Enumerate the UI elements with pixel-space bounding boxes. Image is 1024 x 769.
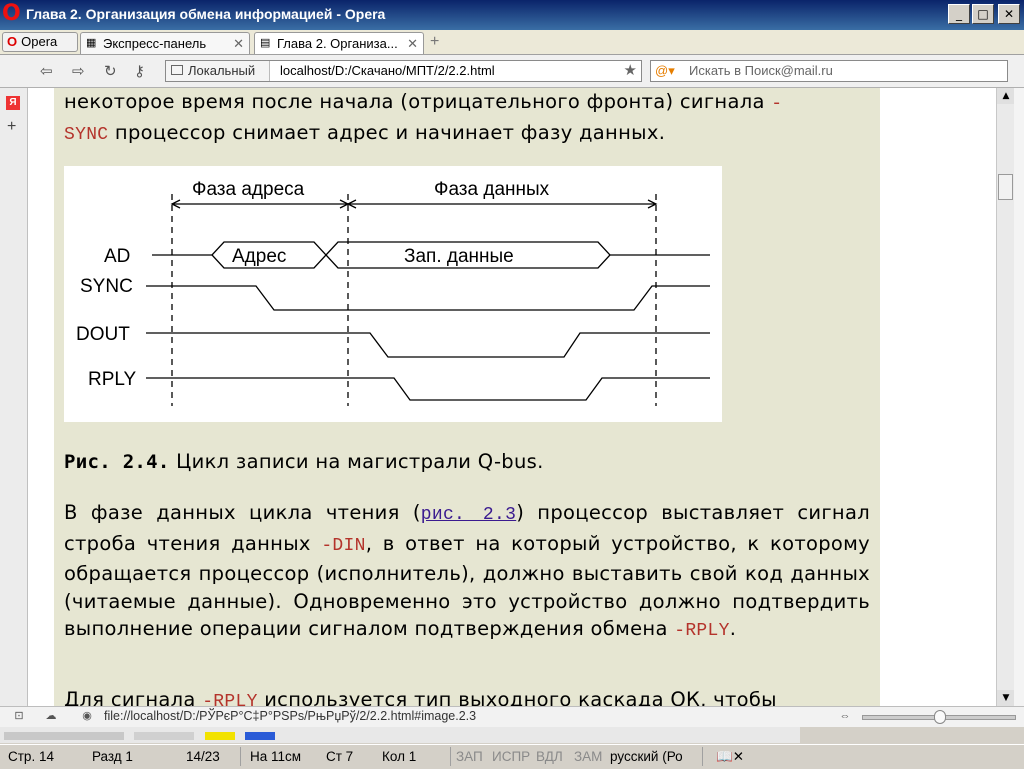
caption-text: Цикл записи на магистрали Q-bus. bbox=[169, 450, 544, 473]
opera-menu-label: Opera bbox=[21, 34, 58, 49]
dout-waveform bbox=[146, 332, 710, 358]
new-tab-button[interactable]: + bbox=[430, 33, 439, 51]
security-zone-badge[interactable]: Локальный bbox=[166, 61, 270, 81]
page-viewport: некоторое время после начала (отрицатель… bbox=[28, 88, 996, 706]
browser-status-bar: ⊡ ☁ ◉ file://localhost/D:/РЎРєР°С‡Р°РЅРѕ… bbox=[0, 706, 1024, 727]
extend-selection-indicator[interactable]: ВДЛ bbox=[536, 749, 563, 764]
zone-label: Локальный bbox=[188, 63, 256, 78]
signal-label-sync: SYNC bbox=[80, 276, 133, 297]
window-title: Глава 2. Организация обмена информацией … bbox=[26, 6, 386, 22]
address-field[interactable]: Локальный localhost/D:/Скачано/МПТ/2/2.2… bbox=[165, 60, 642, 82]
maximize-button[interactable]: □ bbox=[972, 4, 994, 24]
window-controls: _ □ ✕ bbox=[948, 4, 1020, 24]
page-icon: ▤ bbox=[260, 37, 271, 49]
key-icon[interactable]: ⚷ bbox=[134, 62, 145, 80]
opera-menu-icon: O bbox=[7, 34, 18, 49]
text-run: В фазе данных цикла чтения ( bbox=[64, 501, 421, 524]
body-paragraph: В фазе данных цикла чтения (рис. 2.3) пр… bbox=[64, 499, 870, 646]
text-run: используется тип выходного каскада ОК, ч… bbox=[257, 688, 777, 706]
minimize-button[interactable]: _ bbox=[948, 4, 970, 24]
timing-diagram: Фаза адреса Фаза данных AD SYNC DOUT RPL… bbox=[64, 166, 722, 422]
sync-waveform bbox=[146, 285, 710, 311]
panel-toggle-icon[interactable]: ⊡ bbox=[12, 710, 26, 723]
bookmark-star-icon[interactable]: ★ bbox=[624, 61, 637, 81]
code-run: -DIN bbox=[321, 535, 366, 556]
opera-menu-button[interactable]: O Opera bbox=[2, 32, 78, 52]
fit-to-window-icon[interactable]: ⇔ bbox=[838, 710, 852, 723]
text-run: Для сигнала bbox=[64, 688, 203, 706]
spelling-check-icon[interactable]: 📖✕ bbox=[716, 749, 744, 765]
track-changes-indicator[interactable]: ИСПР bbox=[492, 749, 530, 764]
zoom-slider-thumb[interactable] bbox=[934, 710, 946, 724]
close-button[interactable]: ✕ bbox=[998, 4, 1020, 24]
ad-data-label: Зап. данные bbox=[404, 246, 514, 267]
side-panel: Я + bbox=[0, 88, 28, 706]
text-run: некоторое время после начала (отрицатель… bbox=[64, 90, 772, 113]
speed-icon[interactable]: ◉ bbox=[80, 710, 94, 723]
line-indicator[interactable]: Ст 7 bbox=[326, 749, 353, 764]
code-run: -RPLY bbox=[674, 621, 730, 641]
url-text[interactable]: localhost/D:/Скачано/МПТ/2/2.2.html bbox=[280, 61, 495, 81]
page-count[interactable]: 14/23 bbox=[186, 749, 220, 764]
code-run: - bbox=[771, 94, 783, 114]
cloud-icon[interactable]: ☁ bbox=[44, 710, 58, 723]
tab-chapter-2[interactable]: ▤ Глава 2. Организа... ✕ bbox=[254, 32, 424, 54]
tab-label: Экспресс-панель bbox=[103, 36, 207, 51]
grid-icon: ▦ bbox=[86, 37, 97, 49]
text-run: процессор снимает адрес и начинает фазу … bbox=[108, 120, 666, 144]
tab-label: Глава 2. Организа... bbox=[277, 36, 398, 51]
tab-close-icon[interactable]: ✕ bbox=[233, 33, 244, 54]
intro-paragraph: некоторое время после начала (отрицатель… bbox=[64, 88, 870, 149]
reload-icon[interactable]: ↻ bbox=[104, 62, 117, 80]
page-indicator[interactable]: Стр. 14 bbox=[8, 749, 54, 764]
underlying-window-strip bbox=[0, 727, 800, 743]
window-titlebar: O Глава 2. Организация обмена информацие… bbox=[0, 0, 1024, 30]
code-run: -RPLY bbox=[202, 692, 258, 706]
caption-number: Рис. 2.4. bbox=[64, 451, 170, 473]
forward-arrow-icon[interactable]: ⇨ bbox=[72, 62, 85, 80]
vertical-scrollbar[interactable]: ▲ ▼ bbox=[996, 88, 1015, 706]
tab-speed-dial[interactable]: ▦ Экспресс-панель ✕ bbox=[80, 32, 250, 54]
signal-label-ad: AD bbox=[104, 246, 130, 267]
figure-link[interactable]: рис. 2.3 bbox=[421, 505, 516, 525]
computer-icon bbox=[171, 65, 183, 75]
tab-close-icon[interactable]: ✕ bbox=[407, 33, 418, 54]
timing-diagram-svg: Фаза адреса Фаза данных AD SYNC DOUT RPL… bbox=[76, 179, 710, 406]
language-indicator[interactable]: русский (Ро bbox=[610, 749, 683, 764]
phase-address-label: Фаза адреса bbox=[192, 179, 305, 200]
phase-data-label: Фаза данных bbox=[434, 179, 550, 200]
status-url: file://localhost/D:/РЎРєР°С‡Р°РЅРѕ/РњРџР… bbox=[104, 709, 477, 723]
tab-bar: O Opera ▦ Экспресс-панель ✕ ▤ Глава 2. Ор… bbox=[0, 30, 1024, 55]
add-panel-icon[interactable]: + bbox=[7, 118, 16, 136]
background-window-edge bbox=[1014, 88, 1024, 706]
address-toolbar: ⇦ ⇨ ↻ ⚷ Локальный localhost/D:/Скачано/М… bbox=[0, 55, 1024, 88]
scroll-down-icon[interactable]: ▼ bbox=[997, 690, 1015, 706]
position-indicator[interactable]: На 11см bbox=[250, 749, 301, 764]
text-run: . bbox=[729, 617, 737, 640]
signal-label-rply: RPLY bbox=[88, 369, 137, 390]
record-macro-indicator[interactable]: ЗАП bbox=[456, 749, 483, 764]
back-arrow-icon[interactable]: ⇦ bbox=[40, 62, 53, 80]
yandex-icon[interactable]: Я bbox=[6, 96, 20, 110]
word-status-bar: Стр. 14 Разд 1 14/23 На 11см Ст 7 Кол 1 … bbox=[0, 744, 1024, 769]
column-indicator[interactable]: Кол 1 bbox=[382, 749, 416, 764]
search-engine-icon[interactable]: @▾ bbox=[655, 61, 675, 81]
opera-logo-icon: O bbox=[2, 1, 21, 26]
code-run: SYNC bbox=[64, 124, 109, 145]
scroll-thumb[interactable] bbox=[998, 174, 1013, 200]
overtype-indicator[interactable]: ЗАМ bbox=[574, 749, 602, 764]
search-input[interactable]: @▾ Искать в Поиск@mail.ru bbox=[650, 60, 1008, 82]
body-paragraph: Для сигнала -RPLY используется тип выход… bbox=[64, 686, 870, 706]
search-placeholder: Искать в Поиск@mail.ru bbox=[689, 63, 833, 78]
rply-waveform bbox=[146, 377, 710, 401]
document-page: некоторое время после начала (отрицатель… bbox=[54, 88, 880, 706]
figure-caption: Рис. 2.4. Цикл записи на магистрали Q-bu… bbox=[64, 450, 544, 473]
signal-label-dout: DOUT bbox=[76, 324, 130, 345]
scroll-up-icon[interactable]: ▲ bbox=[997, 88, 1015, 104]
section-indicator[interactable]: Разд 1 bbox=[92, 749, 133, 764]
ad-address-label: Адрес bbox=[232, 246, 286, 267]
